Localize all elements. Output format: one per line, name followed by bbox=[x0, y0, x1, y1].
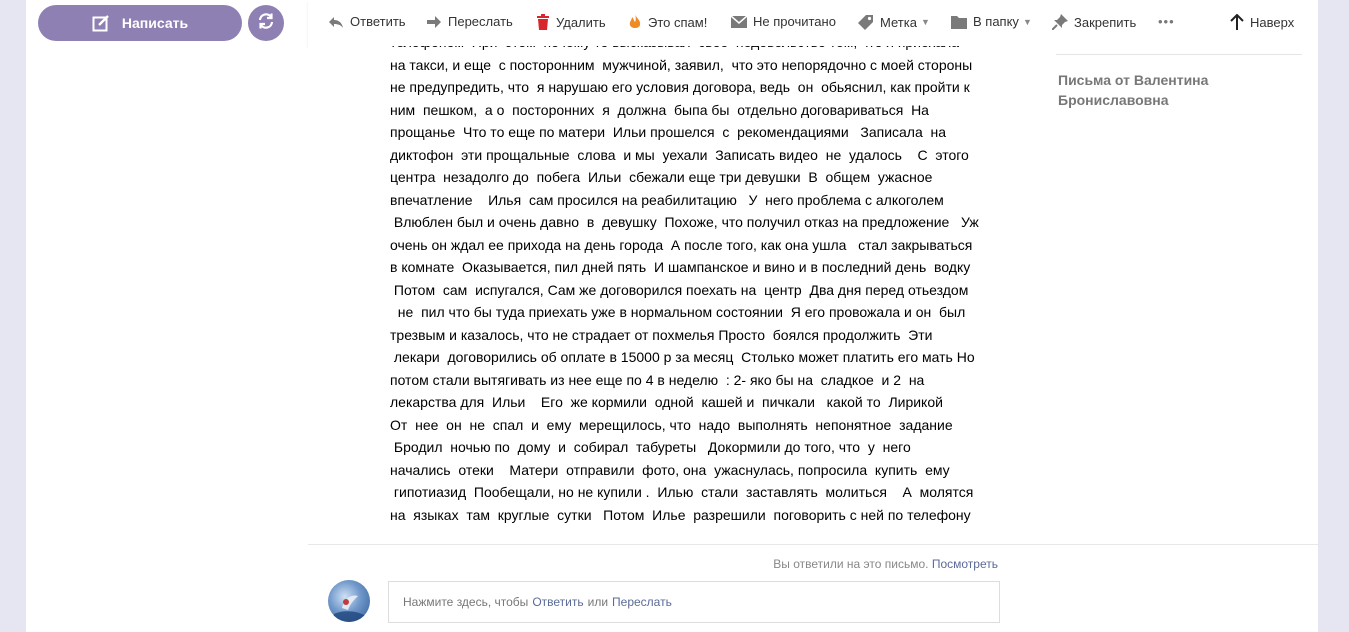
right-column: Письма от Валентина Брониславовна bbox=[1048, 46, 1318, 544]
letter-line: диктофон эти прощальные слова и мы уехал… bbox=[390, 146, 969, 163]
letter-line: ним пешком, а о посторонних я должна бып… bbox=[390, 101, 929, 118]
letter-line: не пил что бы туда приехать уже в нормал… bbox=[390, 304, 966, 320]
compose-label: Написать bbox=[121, 15, 189, 31]
left-sidebar bbox=[26, 0, 308, 632]
replied-text: Вы ответили на это письмо. bbox=[773, 557, 929, 571]
letter-line: трезвым и казалось, что не страдает от п… bbox=[390, 326, 933, 343]
view-reply-link[interactable]: Посмотреть bbox=[932, 557, 998, 571]
scroll-to-top-label: Наверх bbox=[1250, 14, 1295, 30]
quick-reply-input[interactable]: Нажмите здесь, чтобы Ответить или Пересл… bbox=[388, 581, 1000, 623]
letter-line: на такси, и еще с посторонним мужчиной, … bbox=[390, 56, 973, 73]
scroll-to-top-button[interactable]: Наверх bbox=[1230, 14, 1294, 30]
letter-line: на языках там круглые сутки Потом Илье р… bbox=[390, 506, 971, 523]
letter-line: в комнате Оказывается, пил дней пять И ш… bbox=[390, 259, 971, 275]
forward-button[interactable]: Переслать bbox=[426, 14, 513, 29]
divider bbox=[1056, 54, 1302, 55]
spam-label: Это спам! bbox=[648, 14, 708, 30]
pin-button[interactable]: Закрепить bbox=[1052, 14, 1136, 30]
fire-icon bbox=[628, 14, 642, 30]
reply-label: Ответить bbox=[350, 14, 406, 29]
chevron-down-icon: ▼ bbox=[920, 17, 930, 27]
message-toolbar: Ответить Переслать Удалить Это спам! Не … bbox=[308, 0, 1318, 46]
page-edge bbox=[1318, 0, 1349, 632]
quick-reply-link[interactable]: Ответить bbox=[532, 595, 583, 609]
letter-line: телефоном При этом почему то высказывал … bbox=[390, 46, 1010, 54]
mark-unread-label: Не прочитано bbox=[753, 14, 836, 29]
letter-line: лекарства для Ильи Его же кормили одной … bbox=[390, 394, 943, 410]
pin-label: Закрепить bbox=[1074, 14, 1137, 30]
reply-placeholder-or: или bbox=[587, 595, 609, 609]
forward-label: Переслать bbox=[448, 14, 513, 29]
reply-icon bbox=[328, 15, 344, 29]
letter-line: От нее он не спал и ему мерещилось, что … bbox=[390, 416, 953, 433]
delete-label: Удалить bbox=[556, 14, 606, 30]
reply-button[interactable]: Ответить bbox=[328, 14, 406, 29]
reply-area: Вы ответили на это письмо. Посмотреть На… bbox=[308, 544, 1318, 632]
letter-line: начались отеки Матери отправили фото, он… bbox=[390, 461, 950, 478]
letter-line: прощанье Что то еще по матери Ильи проше… bbox=[390, 124, 947, 140]
trash-icon bbox=[536, 14, 550, 30]
letter-line: потом стали вытягивать из нее еще по 4 в… bbox=[390, 371, 925, 388]
letter-line: лекари договорились об оплате в 15000 р … bbox=[390, 349, 975, 365]
letter-line: впечатление Илья сам просился на реабили… bbox=[390, 191, 944, 208]
letter-text: телефоном При этом почему то высказывал … bbox=[390, 46, 1010, 526]
letter-line: Влюблен был и очень давно в девушку Похо… bbox=[390, 214, 979, 230]
more-actions-button[interactable]: ••• bbox=[1158, 14, 1175, 29]
quick-forward-link[interactable]: Переслать bbox=[612, 595, 672, 609]
delete-button[interactable]: Удалить bbox=[536, 14, 606, 30]
pin-icon bbox=[1052, 14, 1068, 30]
refresh-icon bbox=[256, 11, 276, 36]
compose-button[interactable]: Написать bbox=[38, 5, 242, 41]
refresh-button[interactable] bbox=[248, 5, 284, 41]
avatar bbox=[328, 580, 370, 622]
forward-arrow-icon bbox=[426, 15, 442, 29]
move-to-folder-label: В папку bbox=[973, 14, 1019, 29]
move-to-folder-button[interactable]: В папку ▼ bbox=[951, 14, 1032, 29]
letter-line: гипотиазид Пообещали, но не купили . Иль… bbox=[390, 484, 974, 500]
replied-notice: Вы ответили на это письмо. Посмотреть bbox=[773, 557, 998, 571]
label-menu-button[interactable]: Метка ▼ bbox=[858, 14, 930, 30]
arrow-up-icon bbox=[1230, 14, 1244, 30]
label-menu-label: Метка bbox=[880, 14, 917, 30]
spam-button[interactable]: Это спам! bbox=[628, 14, 707, 30]
mark-unread-button[interactable]: Не прочитано bbox=[731, 14, 836, 29]
message-body: телефоном При этом почему то высказывал … bbox=[308, 46, 1048, 544]
folder-icon bbox=[951, 15, 967, 29]
compose-icon bbox=[92, 14, 110, 32]
letter-line: Бродил ночью по дому и собирал табуреты … bbox=[390, 439, 911, 455]
chevron-down-icon: ▼ bbox=[1022, 16, 1032, 27]
reply-placeholder-prefix: Нажмите здесь, чтобы bbox=[403, 595, 529, 609]
letters-from-sender-link[interactable]: Письма от Валентина Брониславовна bbox=[1058, 70, 1298, 110]
letter-line: очень он ждал ее прихода на день города … bbox=[390, 236, 973, 253]
letter-line: не предупредить, что я нарушаю его услов… bbox=[390, 79, 970, 95]
envelope-icon bbox=[731, 15, 747, 28]
letter-line: центра незадолго до побега Ильи сбежали … bbox=[390, 169, 933, 185]
letter-line: Потом сам испугался, Сам же договорился … bbox=[390, 281, 969, 298]
tag-icon bbox=[858, 14, 874, 30]
more-dots-icon: ••• bbox=[1158, 14, 1175, 29]
